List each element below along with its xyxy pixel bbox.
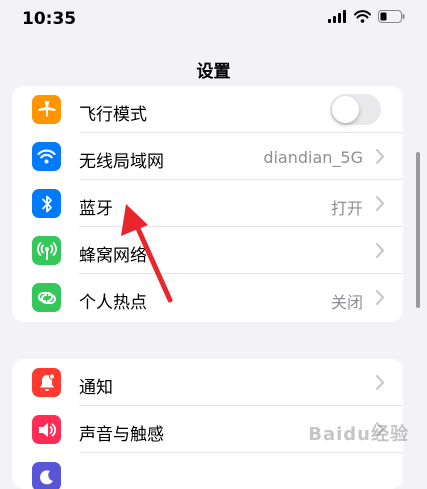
watermark: Baidu经验 — [308, 424, 409, 445]
red-annotation-arrow — [121, 204, 173, 303]
